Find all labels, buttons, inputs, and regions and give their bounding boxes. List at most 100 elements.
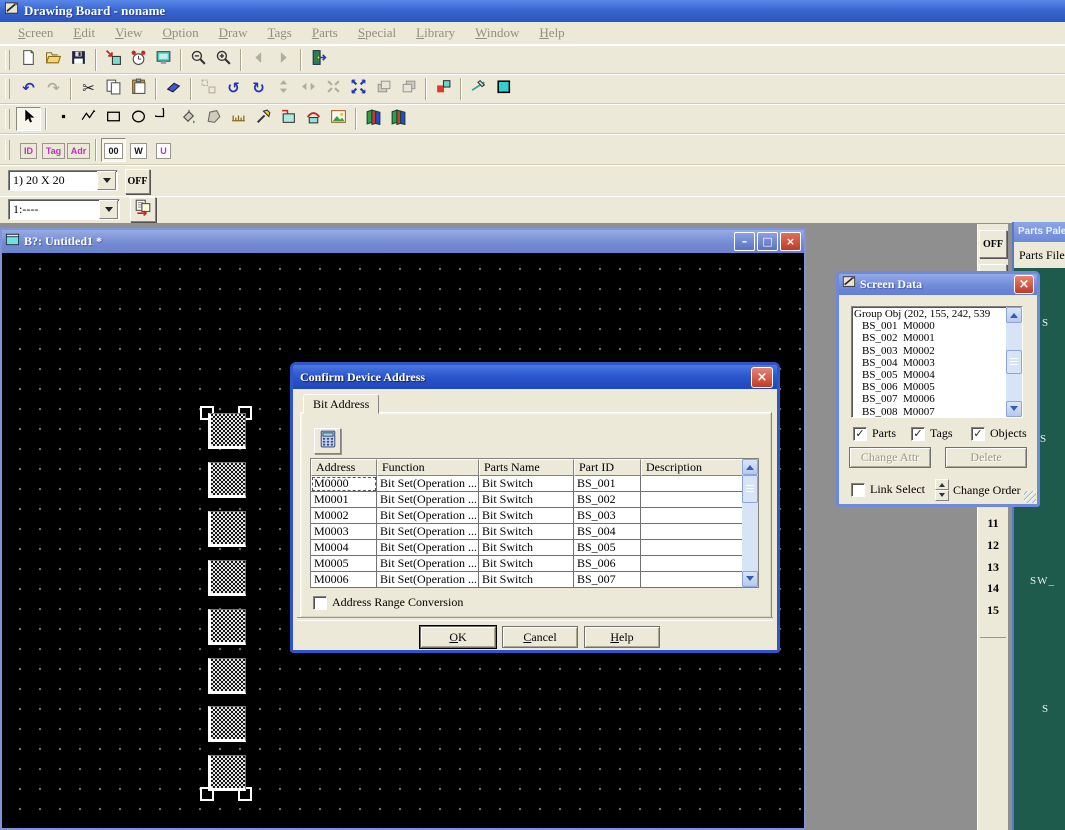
cell[interactable]: BS_002 (574, 492, 641, 508)
bit-switch-part-bs_002[interactable] (208, 462, 246, 498)
column-header-address[interactable]: Address (311, 459, 377, 476)
cell[interactable]: BS_005 (574, 540, 641, 556)
cell[interactable]: Bit Set(Operation ... (377, 508, 479, 524)
save-file-button[interactable] (66, 48, 91, 72)
parts-palette-titlebar[interactable]: Parts Pale (1014, 222, 1065, 242)
bit-switch-part-bs_004[interactable] (208, 560, 246, 596)
cell[interactable]: Bit Set(Operation ... (377, 540, 479, 556)
mark-tool-button[interactable] (251, 107, 276, 131)
open-file-button[interactable] (41, 48, 66, 72)
checkbox-box[interactable]: ✓ (971, 427, 985, 441)
tag-display-button[interactable]: Tag (41, 138, 66, 162)
color-box-button[interactable] (491, 77, 516, 101)
close-button[interactable]: × (780, 232, 801, 251)
alarm-clock-button[interactable] (126, 48, 151, 72)
bit-switch-part-bs_001[interactable] (208, 413, 246, 449)
cell[interactable]: BS_001 (574, 476, 641, 492)
tags-checkbox[interactable]: ✓Tags (911, 426, 953, 441)
screen-data-item[interactable]: BS_002 M0001 (852, 332, 1006, 344)
bit-switch-part-bs_005[interactable] (208, 609, 246, 645)
link-select-checkbox[interactable]: Link Select (851, 482, 925, 497)
menu-item-screen[interactable]: Screen (8, 23, 63, 43)
circle-tool-button[interactable] (126, 107, 151, 131)
toolbar-grip[interactable] (5, 50, 10, 70)
copy-button[interactable] (101, 77, 126, 101)
checkbox-box[interactable] (851, 483, 865, 497)
scroll-up-icon[interactable] (742, 459, 758, 475)
zoom-in-button[interactable] (211, 48, 236, 72)
screen-data-item[interactable]: BS_003 M0002 (852, 345, 1006, 357)
screen-data-item[interactable]: BS_005 M0004 (852, 369, 1006, 381)
cut-button[interactable]: ✂ (76, 77, 101, 101)
table-row-m0006[interactable]: M0006Bit Set(Operation ...Bit SwitchBS_0… (311, 572, 742, 588)
undo-button[interactable]: ↶ (16, 77, 41, 101)
close-icon[interactable]: × (751, 367, 773, 388)
adr-display-button[interactable]: Adr (66, 138, 91, 162)
cell[interactable]: Bit Switch (479, 508, 574, 524)
menu-item-library[interactable]: Library (406, 23, 465, 43)
cell[interactable] (641, 556, 742, 572)
cell[interactable]: Bit Switch (479, 524, 574, 540)
pen-check-button[interactable] (466, 77, 491, 101)
spin-down-icon[interactable] (935, 490, 949, 501)
delete-button[interactable]: Delete (945, 447, 1027, 468)
cell[interactable] (641, 508, 742, 524)
screen-data-item[interactable]: BS_008 M0007 (852, 406, 1006, 417)
title-bar[interactable]: Drawing Board - noname (0, 0, 1065, 22)
zoom-out-button[interactable] (186, 48, 211, 72)
cell[interactable]: Bit Switch (479, 556, 574, 572)
cell[interactable]: Bit Set(Operation ... (377, 524, 479, 540)
cell[interactable] (641, 540, 742, 556)
scrollbar-thumb[interactable] (1006, 350, 1022, 374)
resize-grip[interactable] (1024, 491, 1036, 503)
point-tool-button[interactable] (51, 107, 76, 131)
table-row-m0001[interactable]: M0001Bit Set(Operation ...Bit SwitchBS_0… (311, 492, 742, 508)
cell[interactable]: M0005 (311, 556, 377, 572)
cancel-button[interactable]: Cancel (502, 626, 578, 648)
cell[interactable]: Bit Set(Operation ... (377, 556, 479, 572)
screen-data-item[interactable]: Group Obj (202, 155, 242, 539 (852, 308, 1006, 320)
rotate-left-button[interactable]: ↺ (221, 77, 246, 101)
column-header-part-id[interactable]: Part ID (574, 459, 641, 476)
cell[interactable]: BS_007 (574, 572, 641, 588)
state-number-12[interactable]: 12 (978, 538, 1008, 553)
fill-tool-button[interactable] (176, 107, 201, 131)
screen-data-item[interactable]: BS_006 M0005 (852, 381, 1006, 393)
state-combobox[interactable]: 1:---- (8, 199, 120, 220)
maximize-button[interactable]: □ (757, 232, 778, 251)
cell[interactable]: Bit Switch (479, 540, 574, 556)
cell[interactable] (641, 492, 742, 508)
menu-item-draw[interactable]: Draw (209, 23, 258, 43)
cell[interactable]: Bit Switch (479, 572, 574, 588)
tab-bit-address[interactable]: Bit Address (303, 394, 379, 414)
state-number-15[interactable]: 15 (978, 603, 1008, 618)
column-header-description[interactable]: Description (641, 459, 742, 476)
back-button[interactable] (246, 48, 271, 72)
list-scrollbar[interactable] (1006, 307, 1022, 417)
menu-item-option[interactable]: Option (152, 23, 208, 43)
parts-file-tab[interactable]: Parts File (1014, 242, 1065, 268)
send-back-button[interactable] (396, 77, 421, 101)
bit-switch-part-bs_003[interactable] (208, 511, 246, 547)
shrink-button[interactable] (321, 77, 346, 101)
column-header-function[interactable]: Function (377, 459, 479, 476)
spin-up-icon[interactable] (935, 479, 949, 490)
table-row-m0003[interactable]: M0003Bit Set(Operation ...Bit SwitchBS_0… (311, 524, 742, 540)
cell[interactable]: Bit Set(Operation ... (377, 492, 479, 508)
state-number-11[interactable]: 11 (978, 516, 1008, 531)
select-arrow-button[interactable] (16, 107, 41, 131)
screen-data-titlebar[interactable]: Screen Data × (839, 274, 1037, 295)
redo-button[interactable]: ↷ (41, 77, 66, 101)
table-row-m0004[interactable]: M0004Bit Set(Operation ...Bit SwitchBS_0… (311, 540, 742, 556)
screen-data-item[interactable]: BS_004 M0003 (852, 357, 1006, 369)
table-scrollbar[interactable] (742, 459, 758, 587)
checkbox-box[interactable] (313, 596, 327, 610)
table-row-m0000[interactable]: M0000Bit Set(Operation ...Bit SwitchBS_0… (311, 476, 742, 492)
id-display-button[interactable]: ID (16, 138, 41, 162)
menu-item-window[interactable]: Window (465, 23, 529, 43)
cell[interactable]: M0004 (311, 540, 377, 556)
scroll-down-icon[interactable] (742, 571, 758, 587)
frame-tool-button[interactable] (276, 107, 301, 131)
state-number-14[interactable]: 14 (978, 581, 1008, 596)
expand-button[interactable] (346, 77, 371, 101)
